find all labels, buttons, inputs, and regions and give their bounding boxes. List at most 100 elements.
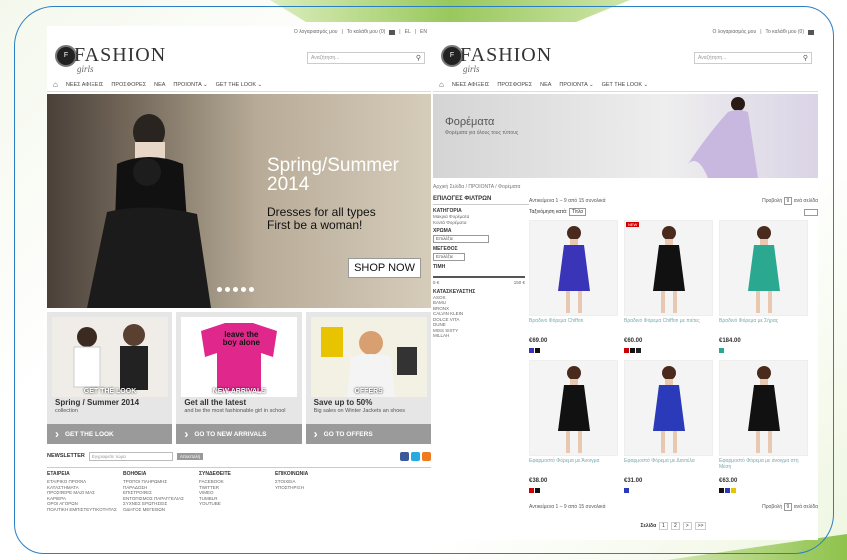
product-image[interactable] [529,220,618,316]
color-swatch[interactable] [719,348,724,353]
product-image[interactable] [624,360,713,456]
product-image[interactable] [529,360,618,456]
product-name[interactable]: Βραδινό Φόρεμα Chiffon [529,318,622,325]
newsletter-submit-button[interactable]: Αποστολή [176,452,204,460]
color-swatch[interactable] [636,348,641,353]
page-2[interactable]: 2 [670,522,680,530]
home-page-screenshot: Ο λογαριασμός μου | Το καλάθι μου (0) | E… [47,26,431,540]
twitter-icon[interactable] [411,451,420,461]
nav-offers[interactable]: ΠΡΟΣΦΟΡΕΣ [111,82,146,88]
footer-link[interactable]: YOUTUBE [199,501,275,507]
page-1[interactable]: 1 [659,522,668,530]
color-swatch[interactable] [731,488,736,493]
product-name[interactable]: Εφαρμοστό Φόρεμα με άνοιγμα στη Μέση [719,458,812,470]
color-select[interactable]: Επιλέξτε [433,235,489,243]
product-image[interactable] [719,360,808,456]
cart-icon[interactable] [808,29,814,35]
tile-offers[interactable]: OFFERS Save up to 50% Big sales on Winte… [305,312,431,444]
lang-en[interactable]: EN [420,29,427,35]
tile-get-the-look[interactable]: GET THE LOOK Spring / Summer 2014 collec… [47,312,173,444]
new-arrivals-button[interactable]: › GO TO NEW ARRIVALS [176,424,302,444]
footer-heading: ΕΤΑΙΡΕΙΑ [47,471,70,477]
shop-now-button[interactable]: SHOP NOW [348,258,421,278]
cart-icon[interactable] [389,29,396,35]
product-card[interactable]: Εφαρμοστό Φόρεμα με άνοιγμα στη Μέση €63.… [719,360,812,498]
color-swatch[interactable] [624,348,629,353]
logo[interactable]: F FASHION girls [55,44,166,74]
carousel-dot[interactable] [249,287,254,292]
nav-products[interactable]: ΠΡΟΙΟΝΤΑ ⌄ [559,82,593,88]
offers-button[interactable]: › GO TO OFFERS [305,424,431,444]
search-icon[interactable]: ⚲ [803,54,808,62]
nav-products[interactable]: ΠΡΟΙΟΝΤΑ ⌄ [173,82,207,88]
product-card[interactable]: Βραδινό Φόρεμα Chiffon €69.00 [529,220,622,358]
account-link[interactable]: Ο λογαριασμός μου [294,29,338,35]
nav-new-arrivals[interactable]: ΝΕΕΣ ΑΦΙΞΕΙΣ [452,82,490,88]
cart-link[interactable]: Το καλάθι μου (0) [347,29,386,35]
page-last[interactable]: >> [694,522,707,530]
size-select[interactable]: Επιλέξτε [433,253,465,261]
product-name[interactable]: Εφαρμοστό Φόρεμα με Δαντέλα [624,458,717,465]
color-swatch[interactable] [529,348,534,353]
carousel-dot[interactable] [241,287,246,292]
rss-icon[interactable] [422,451,431,461]
home-icon[interactable]: ⌂ [439,80,444,89]
chevron-right-icon: › [313,427,318,441]
lang-el[interactable]: EL [405,29,411,35]
home-icon[interactable]: ⌂ [53,80,58,89]
product-card[interactable]: Βραδινό Φόρεμα με Σήρας €184.00 [719,220,812,358]
product-card[interactable]: NEW Βραδινό Φόρεμα Chiffon με πιέτες €60.0… [624,220,717,358]
sort-control[interactable]: Ταξινόμηση κατά: Τίτλο [529,208,587,216]
sort-select[interactable]: Τίτλο [568,208,587,216]
color-swatch[interactable] [535,348,540,353]
footer-link[interactable]: ΥΠΟΣΤΗΡΙΞΗ [275,485,351,491]
color-swatch[interactable] [719,488,724,493]
maker-item[interactable]: MILLAH [433,333,529,339]
tile-new-arrivals[interactable]: NEW ARRIVALS leave the boy alone Get all… [176,312,302,444]
color-swatch[interactable] [630,348,635,353]
facebook-icon[interactable] [400,451,409,461]
carousel-dot[interactable] [225,287,230,292]
carousel-dot[interactable] [233,287,238,292]
product-image[interactable]: NEW [624,220,713,316]
page-next[interactable]: > [682,522,692,530]
nav-news[interactable]: ΝΕΑ [540,82,551,88]
product-name[interactable]: Βραδινό Φόρεμα Chiffon με πιέτες [624,318,717,325]
footer-link[interactable]: ΟΔΗΓΟΣ ΜΕΓΕΘΩΝ [123,507,199,513]
nav-offers[interactable]: ΠΡΟΣΦΟΡΕΣ [497,82,532,88]
nav-news[interactable]: ΝΕΑ [154,82,165,88]
carousel-dot[interactable] [217,287,222,292]
product-image[interactable] [719,220,808,316]
nav-get-the-look[interactable]: GET THE LOOK ⌄ [216,82,263,88]
footer-link[interactable]: ΠΟΛΙΤΙΚΗ ΕΜΠΙΣΤΕΥΤΙΚΟΤΗΤΑΣ [47,507,123,513]
product-card[interactable]: Εφαρμοστό Φόρεμα με Άνοιγμα €38.00 [529,360,622,498]
price-slider[interactable] [433,276,525,278]
hero-banner[interactable]: Spring/Summer 2014 Dresses for all types F… [47,94,431,308]
tile-caption: NEW ARRIVALS [212,388,266,395]
cart-link[interactable]: Το καλάθι μου (0) [766,29,805,35]
breadcrumb[interactable]: Αρχική Σελίδα / ΠΡΟΙΟΝΤΑ / Φορέματα [433,184,818,190]
color-swatch[interactable] [529,488,534,493]
search-icon[interactable]: ⚲ [416,54,421,62]
get-the-look-button[interactable]: › GET THE LOOK [47,424,173,444]
color-swatch[interactable] [624,488,629,493]
product-card[interactable]: Εφαρμοστό Φόρεμα με Δαντέλα €31.00 [624,360,717,498]
color-swatch[interactable] [725,488,730,493]
top-bar: Ο λογαριασμός μου | Το καλάθι μου (0) [433,26,818,38]
hero-subtitle: Dresses for all types First be a woman! [267,205,376,232]
newsletter-input[interactable]: Εγγραφείτε τώρα [88,451,173,461]
search-input[interactable]: Αναζήτηση... ⚲ [307,52,425,64]
nav-new-arrivals[interactable]: ΝΕΕΣ ΑΦΙΞΕΙΣ [66,82,104,88]
view-mode-icons[interactable] [804,208,818,216]
account-link[interactable]: Ο λογαριασμός μου [713,29,757,35]
carousel-dots[interactable] [217,287,254,292]
product-name[interactable]: Εφαρμοστό Φόρεμα με Άνοιγμα [529,458,622,465]
per-page-control[interactable]: Προβολή 9 ανά σελίδα [762,197,818,205]
product-listing: Αντικείμενα 1 – 9 από 15 συνολικά Προβολ… [529,196,818,530]
logo[interactable]: F FASHION girls [441,44,552,74]
filter-category-item[interactable]: Κοντά Φορέματα [433,220,529,226]
product-name[interactable]: Βραδινό Φόρεμα με Σήρας [719,318,812,325]
search-input[interactable]: Αναζήτηση... ⚲ [694,52,812,64]
color-swatch[interactable] [535,488,540,493]
nav-get-the-look[interactable]: GET THE LOOK ⌄ [602,82,649,88]
